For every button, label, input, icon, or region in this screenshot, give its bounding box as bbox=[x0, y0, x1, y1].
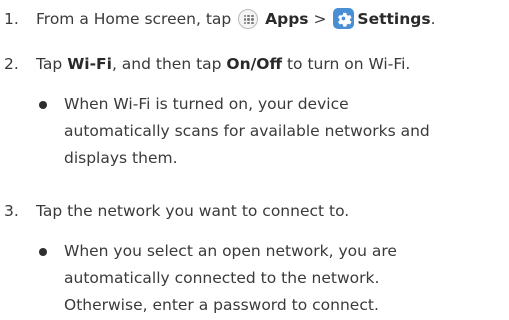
step-number: 2. bbox=[4, 55, 19, 73]
step-number: 1. bbox=[4, 10, 19, 28]
settings-gear-icon bbox=[333, 8, 355, 29]
settings-label: Settings bbox=[357, 10, 431, 28]
bullet-dot bbox=[39, 101, 47, 109]
bullet-text: When Wi-Fi is turned on, your device aut… bbox=[64, 95, 430, 167]
step-text: Tap Wi-Fi, and then tap On/Off to turn o… bbox=[36, 55, 411, 73]
wifi-label: Wi-Fi bbox=[67, 55, 112, 73]
apps-label: Apps bbox=[265, 10, 309, 28]
separator: > bbox=[313, 10, 327, 28]
instructions: 1. From a Home screen, tap Apps > Settin… bbox=[0, 0, 509, 320]
bullet-text: When you select an open network, you are… bbox=[64, 242, 397, 314]
step-text: Tap the network you want to connect to. bbox=[36, 202, 350, 220]
onoff-label: On/Off bbox=[226, 55, 283, 73]
bullet-dot bbox=[39, 248, 47, 256]
apps-grid-icon bbox=[238, 9, 259, 29]
step-number: 3. bbox=[4, 202, 19, 220]
step-text: From a Home screen, tap Apps > Settings. bbox=[36, 8, 436, 29]
